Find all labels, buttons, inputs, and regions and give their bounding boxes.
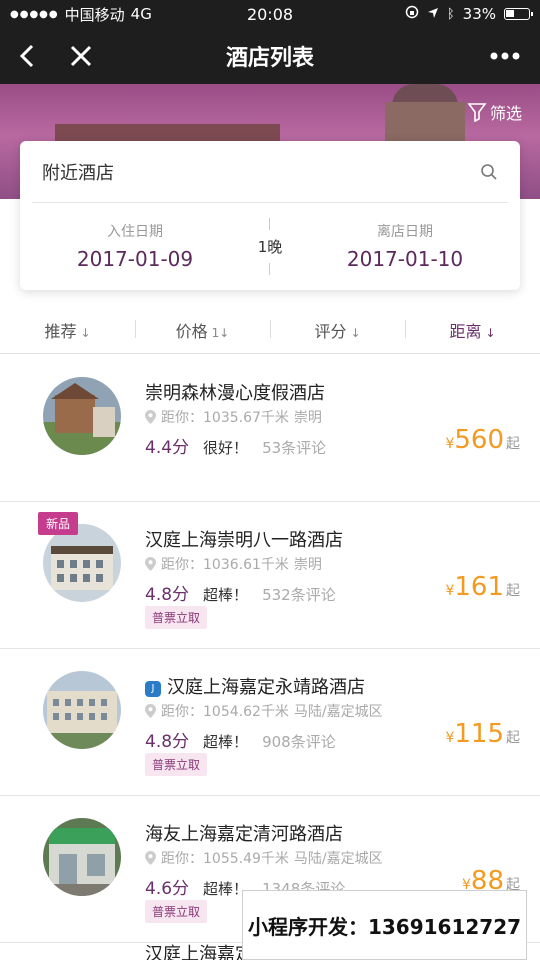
- hotel-photo: [43, 377, 121, 455]
- hotel-name: 崇明森林漫心度假酒店: [145, 383, 325, 404]
- hotel-area: 马陆/嘉定城区: [293, 704, 383, 720]
- nights-count: 1晚: [250, 217, 290, 275]
- date-selector: 入住日期 2017-01-09 1晚 离店日期 2017-01-10: [20, 203, 520, 289]
- sort-arrow-icon: 1↓: [211, 325, 230, 340]
- sort-arrow-icon: ↓: [80, 325, 91, 340]
- hotel-price: ¥115 起: [445, 719, 520, 749]
- search-card: 附近酒店 入住日期 2017-01-09 1晚 离店日期 2017-01-10: [20, 141, 520, 290]
- checkin-date-picker[interactable]: 入住日期 2017-01-09: [20, 221, 250, 271]
- filter-label: 筛选: [489, 104, 522, 123]
- search-keyword: 附近酒店: [42, 162, 114, 184]
- location-pin-icon: [145, 557, 156, 571]
- chevron-left-icon: [19, 44, 34, 68]
- banner-building-roof: [55, 124, 280, 142]
- checkout-date-picker[interactable]: 离店日期 2017-01-10: [290, 221, 520, 271]
- hotel-praise: 很好！: [203, 439, 249, 457]
- sort-label: 距离: [449, 321, 482, 341]
- hotel-review-count: 532条评论: [262, 586, 336, 604]
- location-pin-icon: [145, 704, 156, 718]
- checkout-label: 离店日期: [377, 224, 433, 240]
- hotel-name: 海友上海嘉定清河路酒店: [145, 824, 343, 845]
- watermark-banner: 小程序开发：13691612727: [242, 890, 527, 960]
- sort-label: 推荐: [44, 321, 77, 341]
- location-pin-icon: [145, 851, 156, 865]
- more-dots-icon: [490, 52, 520, 60]
- hotel-area: 马陆/嘉定城区: [293, 851, 383, 867]
- hotel-list: 崇明森林漫心度假酒店 距你：1035.67千米 崇明 4.4分 很好！ 53条评…: [0, 355, 540, 943]
- filter-button[interactable]: 筛选: [467, 100, 522, 124]
- hotel-score: 4.8分: [145, 585, 190, 605]
- invoice-tag: 普票立取: [145, 606, 208, 629]
- nav-bar: 酒店列表: [0, 28, 540, 84]
- sort-bar: 推荐 ↓ 价格 1↓ 评分 ↓ 距离 ↓: [0, 306, 540, 354]
- sort-distance[interactable]: 距离 ↓: [405, 318, 540, 342]
- hotel-distance: 距你：1036.61千米: [161, 557, 289, 573]
- checkout-date: 2017-01-10: [346, 247, 464, 271]
- hotel-praise: 超棒！: [203, 733, 249, 751]
- price-value: 161: [454, 572, 504, 602]
- hotel-review-count: 53条评论: [262, 439, 327, 457]
- hotel-price: ¥560 起: [445, 425, 520, 455]
- hotel-location: 距你：1035.67千米 崇明: [145, 407, 322, 427]
- hotel-photo: [43, 818, 121, 896]
- search-field[interactable]: 附近酒店: [32, 141, 508, 203]
- hotel-review-count: 908条评论: [262, 733, 336, 751]
- new-tag-badge: 新品: [38, 512, 79, 535]
- hotel-photo: [43, 671, 121, 749]
- battery-icon: [504, 8, 533, 20]
- hotel-price: ¥161 起: [445, 572, 520, 602]
- hotel-name: J 汉庭上海嘉定永靖路酒店: [145, 673, 365, 699]
- sort-label: 价格: [175, 321, 208, 341]
- price-value: 560: [454, 425, 504, 455]
- hotel-score: 4.4分: [145, 438, 190, 458]
- status-bar: ●●●●● 中国移动 4G 20:08 ᛒ 33%: [0, 0, 540, 28]
- hotel-location: 距你：1055.49千米 马陆/嘉定城区: [145, 848, 383, 868]
- location-pin-icon: [145, 410, 156, 424]
- hotel-card[interactable]: J 汉庭上海嘉定永靖路酒店 距你：1054.62千米 马陆/嘉定城区 4.8分 超…: [0, 649, 540, 796]
- sort-price[interactable]: 价格 1↓: [135, 318, 270, 342]
- sort-rating[interactable]: 评分 ↓: [270, 318, 405, 342]
- hotel-rating: 4.8分 超棒！ 908条评论: [145, 727, 336, 752]
- brand-badge-icon: J: [145, 680, 161, 697]
- hotel-distance: 距你：1054.62千米: [161, 704, 289, 720]
- checkin-date: 2017-01-09: [76, 247, 194, 271]
- back-button[interactable]: [0, 28, 54, 84]
- hotel-location: 距你：1054.62千米 马陆/嘉定城区: [145, 701, 383, 721]
- hotel-photo: [43, 524, 121, 602]
- hotel-card[interactable]: 新品 汉庭上海崇明八一路酒店 距你：1036.61千米 崇明 4.8分 超棒！ …: [0, 502, 540, 649]
- funnel-icon: [467, 103, 487, 122]
- hotel-praise: 超棒！: [203, 586, 249, 604]
- sort-arrow-icon: ↓: [485, 325, 496, 340]
- hotel-distance: 距你：1035.67千米: [161, 410, 289, 426]
- price-suffix: 起: [506, 436, 520, 452]
- sort-recommend[interactable]: 推荐 ↓: [0, 318, 135, 342]
- more-button[interactable]: [470, 28, 540, 84]
- hotel-rating: 4.4分 很好！ 53条评论: [145, 433, 326, 458]
- sort-label: 评分: [314, 321, 347, 341]
- search-icon: [481, 163, 497, 180]
- next-hotel-name-partial: 汉庭上海嘉定: [145, 944, 253, 960]
- hotel-score: 4.6分: [145, 879, 190, 899]
- hotel-area: 崇明: [293, 410, 322, 426]
- hotel-name-text: 汉庭上海嘉定永靖路酒店: [167, 677, 365, 698]
- hotel-area: 崇明: [293, 557, 322, 573]
- hotel-rating: 4.8分 超棒！ 532条评论: [145, 580, 336, 605]
- checkin-label: 入住日期: [107, 224, 163, 240]
- hotel-distance: 距你：1055.49千米: [161, 851, 289, 867]
- invoice-tag: 普票立取: [145, 753, 208, 776]
- price-value: 115: [454, 719, 504, 749]
- clock: 20:08: [246, 4, 294, 24]
- price-suffix: 起: [506, 583, 520, 599]
- hotel-name: 汉庭上海崇明八一路酒店: [145, 530, 343, 551]
- close-icon: [70, 45, 92, 67]
- hotel-location: 距你：1036.61千米 崇明: [145, 554, 322, 574]
- hotel-score: 4.8分: [145, 732, 190, 752]
- hotel-card[interactable]: 崇明森林漫心度假酒店 距你：1035.67千米 崇明 4.4分 很好！ 53条评…: [0, 355, 540, 502]
- sort-arrow-icon: ↓: [350, 325, 361, 340]
- close-button[interactable]: [54, 28, 108, 84]
- invoice-tag: 普票立取: [145, 900, 208, 923]
- price-suffix: 起: [506, 730, 520, 746]
